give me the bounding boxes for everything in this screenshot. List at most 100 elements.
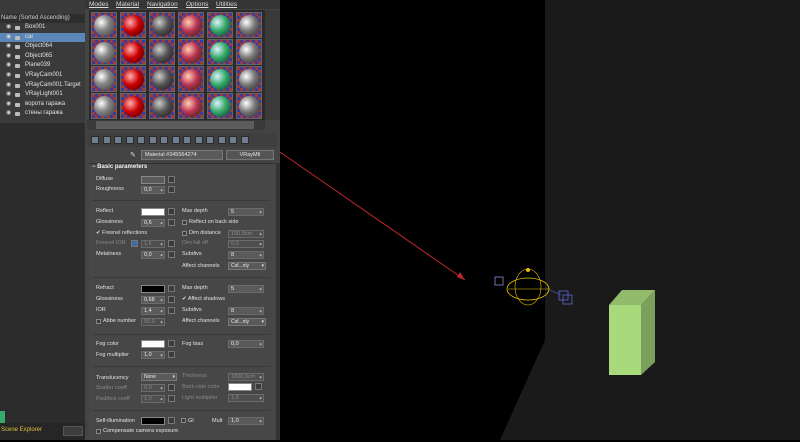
- material-slot[interactable]: [236, 39, 262, 65]
- basic-parameters-title[interactable]: − Basic parameters: [92, 164, 147, 170]
- material-slot[interactable]: [178, 12, 204, 38]
- material-slot[interactable]: [178, 93, 204, 119]
- scene-explorer-dropdown[interactable]: [63, 426, 83, 436]
- show-end-result-button[interactable]: [194, 136, 203, 144]
- fwd-bck-coeff-spinner[interactable]: 1,0: [141, 395, 165, 403]
- material-slot[interactable]: [236, 12, 262, 38]
- material-slot[interactable]: [120, 93, 146, 119]
- material-slot[interactable]: [149, 66, 175, 92]
- fog-multiplier-spinner[interactable]: 1,0: [141, 351, 165, 359]
- visibility-eye-icon[interactable]: ◉: [6, 109, 13, 119]
- menu-material[interactable]: Material: [116, 0, 139, 9]
- dim-distance-checkbox[interactable]: [182, 231, 187, 236]
- reset-map-button[interactable]: [125, 136, 134, 144]
- material-slot[interactable]: [120, 12, 146, 38]
- material-slot[interactable]: [149, 93, 175, 119]
- affect-shadows-label[interactable]: ✔ Affect shadows: [182, 296, 225, 302]
- put-library-button[interactable]: [160, 136, 168, 144]
- material-slot[interactable]: [91, 66, 117, 92]
- viewport[interactable]: [276, 0, 800, 440]
- go-parent-button[interactable]: [206, 136, 214, 144]
- scatter-coeff-spinner[interactable]: 0,0: [141, 384, 165, 392]
- scene-item[interactable]: ◉ Box001: [0, 23, 85, 33]
- mult-spinner[interactable]: 1,0: [228, 417, 264, 425]
- refract-glossiness-spinner[interactable]: 0,68: [141, 296, 165, 304]
- scene-item[interactable]: ◉ стены гаража: [0, 109, 85, 119]
- diffuse-swatch[interactable]: [141, 176, 165, 184]
- visibility-eye-icon[interactable]: ◉: [6, 90, 13, 100]
- subdivs-refract-spinner[interactable]: 8: [228, 307, 264, 315]
- get-material-button[interactable]: [91, 136, 99, 144]
- compensate-checkbox[interactable]: [96, 429, 101, 434]
- metalness-map-button[interactable]: [168, 251, 175, 258]
- scene-item[interactable]: ◉ Object064: [0, 42, 85, 52]
- thickness-spinner[interactable]: 1000,0cm: [228, 373, 264, 381]
- metalness-spinner[interactable]: 0,0: [141, 251, 165, 259]
- translucency-dropdown[interactable]: None: [141, 373, 177, 381]
- dim-distance-spinner[interactable]: 100,0cm: [228, 230, 264, 238]
- material-slot[interactable]: [120, 39, 146, 65]
- select-by-material-button[interactable]: [240, 136, 249, 144]
- subdivs-reflect-spinner[interactable]: 8: [228, 251, 264, 259]
- scene-item[interactable]: ◉ ворота гаража: [0, 100, 85, 110]
- scatter-coeff-map-button[interactable]: [168, 384, 175, 391]
- material-slot[interactable]: [207, 66, 233, 92]
- gi-checkbox[interactable]: [181, 418, 186, 423]
- affect-channels-refract-dropdown[interactable]: Col...nly: [228, 318, 266, 326]
- light-multiplier-spinner[interactable]: 1,0: [228, 394, 264, 402]
- visibility-eye-icon[interactable]: ◉: [6, 33, 13, 43]
- material-id-button[interactable]: [171, 136, 180, 144]
- abbe-checkbox[interactable]: [96, 319, 101, 324]
- max-depth-reflect-spinner[interactable]: 5: [228, 208, 264, 216]
- visibility-eye-icon[interactable]: ◉: [6, 23, 13, 33]
- material-slot[interactable]: [207, 93, 233, 119]
- scene-scrollbar[interactable]: [0, 411, 5, 423]
- material-slot[interactable]: [178, 39, 204, 65]
- assign-material-button[interactable]: [114, 136, 122, 144]
- fog-color-swatch[interactable]: [141, 340, 165, 348]
- fwd-bck-coeff-map-button[interactable]: [168, 395, 175, 402]
- reflect-map-button[interactable]: [168, 208, 175, 215]
- material-slot[interactable]: [207, 12, 233, 38]
- fresnel-label[interactable]: ✔ Fresnel reflections: [96, 230, 147, 236]
- menu-utilities[interactable]: Utilities: [216, 0, 237, 9]
- scene-list-header[interactable]: Name (Sorted Ascending): [0, 14, 85, 23]
- back-side-color-swatch[interactable]: [228, 383, 252, 391]
- fog-bias-spinner[interactable]: 0,0: [228, 340, 264, 348]
- diffuse-map-button[interactable]: [168, 176, 175, 183]
- fresnel-ior-spinner[interactable]: 1,6: [141, 240, 165, 248]
- make-unique-button[interactable]: [148, 136, 157, 144]
- scene-item[interactable]: ◉ Plane039: [0, 61, 85, 71]
- self-illumination-map-button[interactable]: [168, 417, 175, 424]
- go-sibling-button[interactable]: [217, 136, 226, 144]
- visibility-eye-icon[interactable]: ◉: [6, 61, 13, 71]
- show-map-button[interactable]: [183, 136, 191, 144]
- roughness-spinner[interactable]: 0,0: [141, 186, 165, 194]
- back-side-color-map-button[interactable]: [255, 383, 262, 390]
- menu-options[interactable]: Options: [186, 0, 208, 9]
- scene-item[interactable]: ◉ Object065: [0, 52, 85, 62]
- material-slot[interactable]: [236, 66, 262, 92]
- fog-multiplier-map-button[interactable]: [168, 351, 175, 358]
- self-illumination-swatch[interactable]: [141, 417, 165, 425]
- material-slot[interactable]: [149, 39, 175, 65]
- material-slot[interactable]: [207, 39, 233, 65]
- material-slot[interactable]: [91, 12, 117, 38]
- options-button[interactable]: [229, 136, 237, 144]
- make-copy-button[interactable]: [137, 136, 145, 144]
- scene-item[interactable]: ◉ VRayCam001.Target: [0, 81, 85, 91]
- put-material-button[interactable]: [102, 136, 111, 144]
- max-depth-refract-spinner[interactable]: 5: [228, 285, 264, 293]
- visibility-eye-icon[interactable]: ◉: [6, 100, 13, 110]
- visibility-eye-icon[interactable]: ◉: [6, 42, 13, 52]
- abbe-spinner[interactable]: 50,0: [141, 318, 165, 326]
- material-slot[interactable]: [91, 93, 117, 119]
- material-slot[interactable]: [91, 39, 117, 65]
- eyedropper-icon[interactable]: ✎: [130, 151, 136, 159]
- material-slot[interactable]: [236, 93, 262, 119]
- green-box-front[interactable]: [609, 305, 641, 375]
- scene-list-empty-area[interactable]: [0, 123, 85, 423]
- fresnel-ior-lock-icon[interactable]: [131, 240, 138, 247]
- roughness-map-button[interactable]: [168, 186, 175, 193]
- ior-spinner[interactable]: 1,4: [141, 307, 165, 315]
